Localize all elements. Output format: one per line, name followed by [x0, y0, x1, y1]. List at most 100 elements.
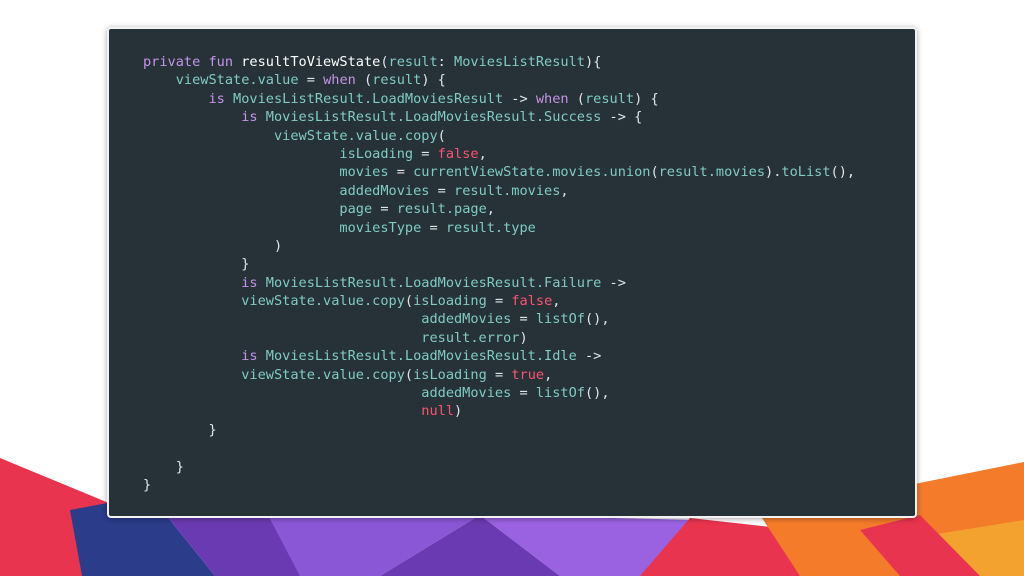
code-token: result.page — [396, 201, 487, 218]
code-token: false — [511, 293, 553, 310]
code-token: , — [544, 366, 553, 383]
code-token: when — [535, 90, 569, 107]
code-token: = — [486, 293, 512, 310]
code-token: page — [339, 201, 373, 218]
code-token: viewState.value.copy — [241, 366, 405, 383]
code-token: ){ — [584, 54, 602, 70]
code-token: MoviesListResult.LoadMoviesResult.Idle — [265, 348, 577, 365]
code-token: MoviesListResult — [454, 54, 585, 70]
code-token: addedMovies — [339, 182, 430, 199]
code-line: isLoading = false, — [143, 145, 915, 163]
code-token: , — [552, 293, 561, 310]
code-token: result.movies — [454, 182, 561, 199]
code-token: false — [437, 145, 479, 162]
code-token: = — [298, 72, 324, 89]
code-token: is — [208, 90, 234, 107]
code-line: movies = currentViewState.movies.union(r… — [143, 163, 915, 181]
code-token: result — [372, 72, 422, 89]
code-token: viewState.value — [175, 72, 299, 89]
code-token: addedMovies — [421, 311, 512, 328]
code-token: } — [143, 421, 217, 438]
code-token: ) — [519, 329, 528, 346]
code-token: ). — [765, 164, 782, 181]
code-token: viewState.value.copy — [273, 127, 438, 144]
code-token: ( — [380, 54, 389, 70]
code-token: listOf — [535, 385, 585, 402]
code-token: isLoading — [339, 145, 414, 162]
code-token: isLoading — [413, 293, 487, 310]
code-line: is MoviesListResult.LoadMoviesResult.Fai… — [143, 274, 915, 292]
code-token: resultToViewState — [241, 54, 381, 70]
code-token: ( — [568, 90, 585, 107]
code-token: result — [388, 54, 438, 70]
code-token: toList — [781, 164, 831, 181]
code-token: true — [511, 366, 545, 383]
code-line: null) — [143, 402, 915, 420]
code-line: is MoviesListResult.LoadMoviesResult -> … — [143, 90, 915, 108]
code-token: is — [241, 109, 266, 126]
code-token: isLoading — [413, 366, 487, 383]
code-token: moviesType — [339, 219, 422, 236]
code-token: (), — [830, 164, 856, 181]
code-token: = — [388, 164, 414, 181]
code-line: moviesType = result.type — [143, 219, 915, 237]
code-token: result.type — [445, 219, 536, 236]
code-block: private fun resultToViewState(result: Mo… — [143, 53, 915, 494]
code-token: (), — [584, 311, 610, 328]
code-token: ( — [404, 366, 414, 383]
code-token: ( — [437, 127, 446, 144]
code-token: ) — [143, 237, 283, 254]
code-token: -> — [576, 348, 602, 365]
code-line: } — [143, 255, 915, 273]
code-token: ( — [355, 72, 373, 89]
code-token: = — [511, 311, 536, 328]
code-line: is MoviesListResult.LoadMoviesResult.Suc… — [143, 108, 915, 126]
code-line: viewState.value = when (result) { — [143, 71, 915, 89]
code-line: result.error) — [143, 329, 915, 347]
code-token: } — [143, 458, 184, 475]
code-token: , — [478, 145, 487, 162]
code-token: MoviesListResult.LoadMoviesResult.Succes… — [265, 109, 602, 126]
code-line: } — [143, 476, 915, 494]
code-token: currentViewState.movies.union — [413, 164, 651, 181]
code-line: addedMovies = listOf(), — [143, 384, 915, 402]
code-token: -> — [601, 274, 626, 291]
code-line: } — [143, 458, 915, 476]
code-token: ) { — [421, 72, 446, 89]
code-token: ) { — [634, 90, 659, 107]
code-token: is — [241, 348, 266, 365]
code-token: when — [323, 72, 356, 89]
code-line: viewState.value.copy(isLoading = true, — [143, 366, 915, 384]
code-line: is MoviesListResult.LoadMoviesResult.Idl… — [143, 347, 915, 365]
code-token: , — [560, 182, 569, 199]
code-snippet-card: private fun resultToViewState(result: Mo… — [107, 27, 917, 518]
code-token: -> — [503, 90, 536, 107]
code-line: viewState.value.copy(isLoading = false, — [143, 292, 915, 310]
code-token: = — [421, 219, 446, 236]
code-token: null — [421, 403, 455, 420]
code-line: viewState.value.copy( — [143, 127, 915, 145]
code-token: movies — [339, 164, 389, 181]
code-token: result.movies — [658, 164, 766, 181]
code-line: private fun resultToViewState(result: Mo… — [143, 53, 915, 71]
code-token: private fun — [143, 54, 242, 70]
code-token: (), — [584, 385, 610, 402]
code-token: , — [486, 201, 495, 218]
code-token: : — [437, 54, 455, 70]
code-line: page = result.page, — [143, 200, 915, 218]
code-token: = — [486, 366, 512, 383]
code-line: addedMovies = listOf(), — [143, 310, 915, 328]
code-line: } — [143, 421, 915, 439]
code-token: = — [413, 145, 438, 162]
code-token: } — [143, 476, 152, 493]
